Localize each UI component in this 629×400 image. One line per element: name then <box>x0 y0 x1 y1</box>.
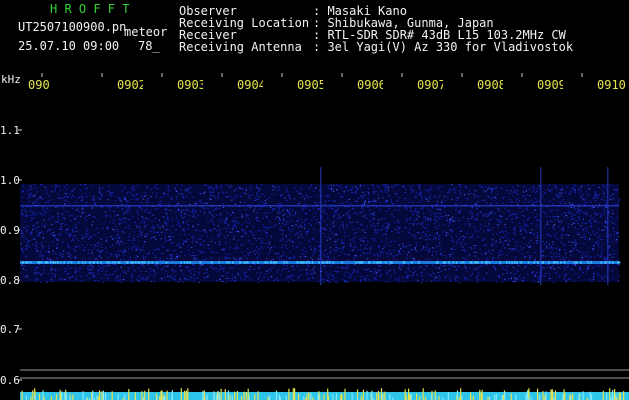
info-value-antenna: : 3el Yagi(V) Az 330 for Vladivostok <box>313 40 574 54</box>
y-tick-label: 0.9 <box>0 224 20 237</box>
x-tick-label: 0902 <box>117 79 143 92</box>
meteor-streak <box>320 167 322 285</box>
x-tick-label: 0903 <box>177 79 203 92</box>
info-label-antenna: Receiving Antenna <box>179 40 302 54</box>
y-tick-label: 1.1 <box>0 124 20 137</box>
meteor-streak <box>540 167 542 285</box>
x-tick-label: 0909 <box>537 79 563 92</box>
datetime: 25.07.10 09:00 <box>18 39 120 53</box>
y-tick-label: 0.6 <box>0 374 20 387</box>
y-unit-label: kHz <box>1 73 21 86</box>
x-tick-label: 0906 <box>357 79 383 92</box>
x-tick-label: 0905 <box>297 79 323 92</box>
noise-band <box>20 184 619 282</box>
y-tick-label: 0.8 <box>0 274 20 287</box>
y-tick-label: 1.0 <box>0 174 20 187</box>
filename: UT2507100900.pn <box>18 20 127 34</box>
meteor-streak <box>607 167 609 285</box>
app-title: H R O F F T <box>50 2 130 16</box>
spectrogram-panel: kHz 1.1 1.0 0.9 0.8 0.7 0.6 090 0902 090… <box>0 72 629 400</box>
meteor-label: meteor <box>124 25 168 39</box>
x-tick-label: 0907 <box>417 79 443 92</box>
spectrogram <box>18 73 629 400</box>
meteor-count: 78_ <box>138 39 160 53</box>
x-tick-label: 0904 <box>237 79 263 92</box>
y-tick-label: 0.7 <box>0 323 20 336</box>
x-tick-label: 0908 <box>477 79 503 92</box>
x-tick-label: 0910 <box>597 79 626 92</box>
faint-carrier-line <box>20 205 619 207</box>
x-tick-label: 090 <box>28 79 50 92</box>
header: H R O F F T UT2507100900.pn meteor 25.07… <box>0 0 629 72</box>
